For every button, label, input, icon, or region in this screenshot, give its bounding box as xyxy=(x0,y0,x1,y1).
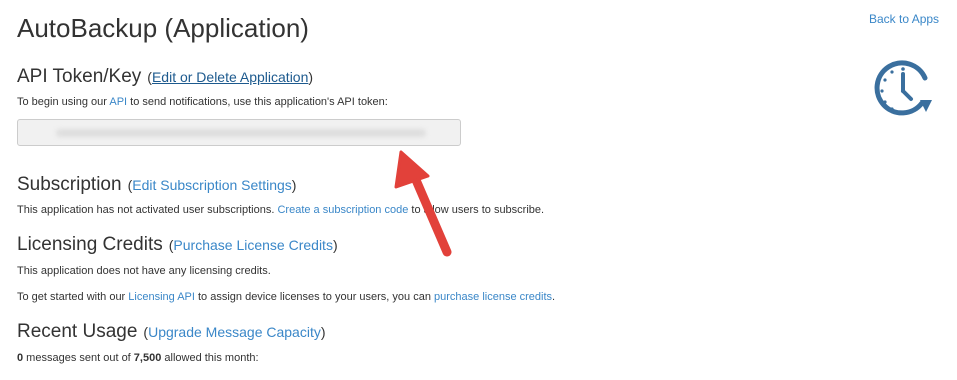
subscription-text: This application has not activated user … xyxy=(17,204,544,216)
licensing-getting-started-text: To get started with our Licensing API to… xyxy=(17,291,555,303)
api-token-heading: API Token/Key (Edit or Delete Application… xyxy=(17,66,313,88)
subscription-heading-text: Subscription xyxy=(17,174,122,195)
upgrade-message-capacity-link[interactable]: Upgrade Message Capacity xyxy=(148,324,321,340)
api-link[interactable]: API xyxy=(109,96,127,108)
create-subscription-code-link[interactable]: Create a subscription code xyxy=(277,204,408,216)
api-token-field[interactable] xyxy=(17,119,461,146)
api-token-heading-text: API Token/Key xyxy=(17,66,142,87)
recent-usage-heading: Recent Usage (Upgrade Message Capacity) xyxy=(17,321,326,343)
usage-paren: (Upgrade Message Capacity) xyxy=(143,324,325,340)
usage-text-after: allowed this month: xyxy=(161,352,259,364)
paren-close: ) xyxy=(308,69,314,85)
subscription-text-before: This application has not activated user … xyxy=(17,204,278,216)
no-credits-text: This application does not have any licen… xyxy=(17,265,271,277)
usage-summary-text: 0 messages sent out of 7,500 allowed thi… xyxy=(17,352,259,364)
purchase-credits-link[interactable]: purchase license credits xyxy=(434,291,552,303)
licensing-heading: Licensing Credits (Purchase License Credi… xyxy=(17,234,338,256)
messages-allowed-count: 7,500 xyxy=(133,352,162,364)
clock-refresh-icon xyxy=(874,60,932,116)
getting-started-before: To get started with our xyxy=(17,291,129,303)
licensing-heading-text: Licensing Credits xyxy=(17,234,163,255)
paren-close: ) xyxy=(320,324,326,340)
edit-delete-application-link[interactable]: Edit or Delete Application xyxy=(152,69,308,85)
api-token-redaction xyxy=(56,129,426,137)
recent-usage-heading-text: Recent Usage xyxy=(17,321,138,342)
getting-started-after: . xyxy=(552,291,556,303)
api-intro-before: To begin using our xyxy=(17,96,110,108)
subscription-paren: (Edit Subscription Settings) xyxy=(128,177,297,193)
licensing-api-link[interactable]: Licensing API xyxy=(128,291,195,303)
api-intro-after: to send notifications, use this applicat… xyxy=(127,96,388,108)
purchase-license-credits-link[interactable]: Purchase License Credits xyxy=(173,237,333,253)
back-to-apps-link[interactable]: Back to Apps xyxy=(869,12,939,26)
usage-text-middle: messages sent out of xyxy=(23,352,134,364)
edit-subscription-settings-link[interactable]: Edit Subscription Settings xyxy=(132,177,292,193)
subscription-text-after: to allow users to subscribe. xyxy=(408,204,545,216)
paren-close: ) xyxy=(291,177,297,193)
api-intro-text: To begin using our API to send notificat… xyxy=(17,96,388,108)
licensing-paren: (Purchase License Credits) xyxy=(169,237,338,253)
subscription-heading: Subscription (Edit Subscription Settings) xyxy=(17,174,296,196)
paren-close: ) xyxy=(332,237,338,253)
api-token-paren: (Edit or Delete Application) xyxy=(147,69,313,85)
page-title: AutoBackup (Application) xyxy=(17,13,309,43)
getting-started-middle: to assign device licenses to your users,… xyxy=(194,291,435,303)
